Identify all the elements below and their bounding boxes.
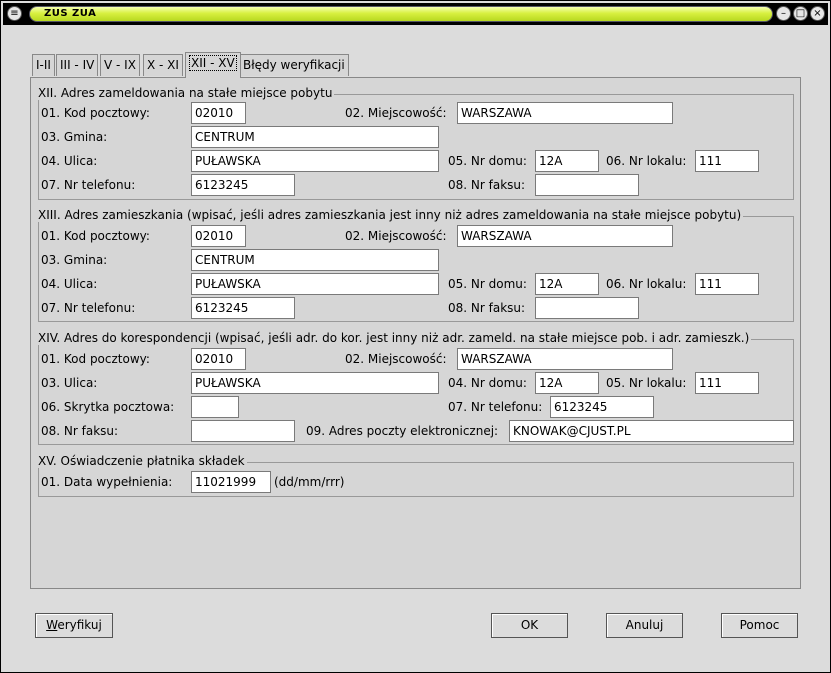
xii-ulica-input[interactable]: PUŁAWSKA — [191, 150, 439, 172]
section-xv-title: XV. Oświadczenie płatnika składek — [38, 454, 247, 468]
xv-date-format-hint: (dd/mm/rrr) — [274, 475, 345, 489]
tab-v-ix[interactable]: V - IX — [100, 54, 140, 76]
xiii-miejsc-label: 02. Miejscowość: — [345, 229, 447, 243]
xii-fax-input[interactable] — [535, 174, 639, 196]
xiv-domu-input[interactable]: 12A — [535, 372, 599, 394]
xii-ulica-label: 04. Ulica: — [41, 154, 98, 168]
xii-tel-input[interactable]: 6123245 — [191, 174, 295, 196]
pomoc-button[interactable]: Pomoc — [721, 613, 798, 638]
xii-kod-label: 01. Kod pocztowy: — [41, 106, 150, 120]
xii-domu-input[interactable]: 12A — [535, 150, 599, 172]
xiii-ulica-label: 04. Ulica: — [41, 277, 98, 291]
xii-domu-label: 05. Nr domu: — [448, 154, 527, 168]
xiv-fax-input[interactable] — [191, 420, 295, 442]
close-icon[interactable]: × — [810, 6, 825, 21]
tab-iii-iv[interactable]: III - IV — [56, 54, 99, 76]
xiii-kod-label: 01. Kod pocztowy: — [41, 229, 150, 243]
xii-miejsc-input[interactable]: WARSZAWA — [457, 102, 673, 124]
xii-gmina-label: 03. Gmina: — [41, 130, 108, 144]
section-xiii-title: XIII. Adres zamieszkania (wpisać, jeśli … — [38, 208, 744, 222]
xii-lokalu-input[interactable]: 111 — [695, 150, 759, 172]
section-xiv-title: XIV. Adres do korespondencji (wpisać, je… — [38, 331, 752, 345]
ok-button[interactable]: OK — [491, 613, 568, 638]
tab-xii-xv[interactable]: XII - XV — [185, 52, 241, 78]
xiv-kod-label: 01. Kod pocztowy: — [41, 352, 150, 366]
weryfikuj-button[interactable]: Weryfikuj — [35, 613, 113, 638]
xiv-email-input[interactable]: KNOWAK@CJUST.PL — [509, 420, 794, 442]
xiii-kod-input[interactable]: 02010 — [191, 225, 246, 247]
xiii-lokalu-input[interactable]: 111 — [695, 273, 759, 295]
xii-gmina-input[interactable]: CENTRUM — [191, 126, 439, 148]
xiii-domu-input[interactable]: 12A — [535, 273, 599, 295]
window-menu-icon[interactable]: ≡ — [7, 6, 22, 21]
title-bar: ≡ ZUS ZUA – □ × — [3, 3, 828, 25]
xiv-domu-label: 04. Nr domu: — [448, 376, 527, 390]
dialog-window: ≡ ZUS ZUA – □ × I-II III - IV V - IX X -… — [0, 0, 831, 673]
xiii-ulica-input[interactable]: PUŁAWSKA — [191, 273, 439, 295]
xiv-tel-input[interactable]: 6123245 — [550, 396, 654, 418]
window-title: ZUS ZUA — [44, 8, 97, 19]
xiv-skrytka-label: 06. Skrytka pocztowa: — [41, 400, 175, 414]
xiv-tel-label: 07. Nr telefonu: — [448, 400, 543, 414]
xiii-gmina-input[interactable]: CENTRUM — [191, 249, 439, 271]
xiv-skrytka-input[interactable] — [191, 396, 239, 418]
minimize-icon[interactable]: – — [776, 6, 791, 21]
xiv-lokalu-input[interactable]: 111 — [695, 372, 759, 394]
xiii-gmina-label: 03. Gmina: — [41, 253, 108, 267]
xiii-tel-input[interactable]: 6123245 — [191, 297, 295, 319]
xii-lokalu-label: 06. Nr lokalu: — [606, 154, 687, 168]
xiv-lokalu-label: 05. Nr lokalu: — [606, 376, 687, 390]
xiv-email-label: 09. Adres poczty elektronicznej: — [306, 424, 499, 438]
xiv-ulica-input[interactable]: PUŁAWSKA — [191, 372, 439, 394]
xiii-miejsc-input[interactable]: WARSZAWA — [457, 225, 673, 247]
xiv-fax-label: 08. Nr faksu: — [41, 424, 119, 438]
anuluj-button[interactable]: Anuluj — [606, 613, 683, 638]
xv-data-input[interactable]: 11021999 — [191, 471, 271, 493]
xii-fax-label: 08. Nr faksu: — [448, 178, 526, 192]
maximize-icon[interactable]: □ — [793, 6, 808, 21]
xii-kod-input[interactable]: 02010 — [191, 102, 246, 124]
tab-i-ii[interactable]: I-II — [32, 54, 55, 76]
xii-miejsc-label: 02. Miejscowość: — [345, 106, 447, 120]
section-xii-title: XII. Adres zameldowania na stałe miejsce… — [38, 86, 335, 100]
xv-data-label: 01. Data wypełnienia: — [41, 475, 173, 489]
xiii-fax-label: 08. Nr faksu: — [448, 301, 526, 315]
xiii-fax-input[interactable] — [535, 297, 639, 319]
xiii-domu-label: 05. Nr domu: — [448, 277, 527, 291]
xii-tel-label: 07. Nr telefonu: — [41, 178, 136, 192]
tab-bledy-weryfikacji[interactable]: Błędy weryfikacji — [239, 54, 349, 76]
xiii-tel-label: 07. Nr telefonu: — [41, 301, 136, 315]
title-pill: ZUS ZUA — [29, 6, 773, 22]
xiii-lokalu-label: 06. Nr lokalu: — [606, 277, 687, 291]
xiv-miejsc-label: 02. Miejscowość: — [345, 352, 447, 366]
tab-x-xi[interactable]: X - XI — [143, 54, 183, 76]
xiv-ulica-label: 03. Ulica: — [41, 376, 98, 390]
xiv-kod-input[interactable]: 02010 — [191, 348, 246, 370]
xiv-miejsc-input[interactable]: WARSZAWA — [457, 348, 673, 370]
